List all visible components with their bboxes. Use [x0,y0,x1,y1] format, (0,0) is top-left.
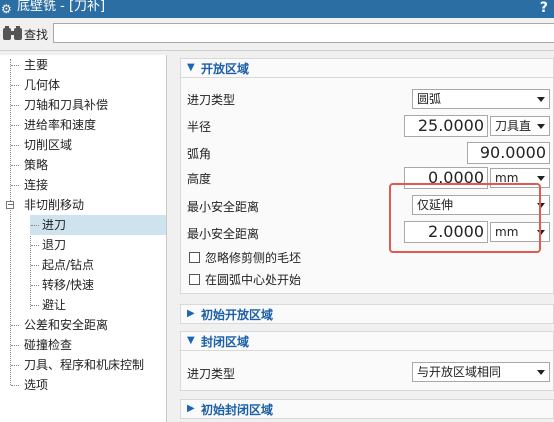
initial-open-area-title: 初始开放区域 [201,308,274,322]
entry-type-value: 圆弧 [417,92,442,106]
min-clearance-distance-label: 最小安全距离 [187,227,260,241]
highlight-box [389,183,541,253]
app-icon: ⚙ [1,2,12,16]
dropdown-arrow-icon [537,370,545,375]
tree-item-avoidance[interactable]: 避让 [42,295,66,315]
search-label: 查找 [24,28,49,42]
window-title: 底壁铣 - [刀补] [17,0,106,14]
tree-item-feeds-speeds[interactable]: 进给率和速度 [24,115,96,135]
title-bar: ⚙ 底壁铣 - [刀补] ? [0,0,554,18]
initial-closed-area-header[interactable]: ▶ 初始封闭区域 [180,399,554,419]
min-clearance-label: 最小安全距离 [187,200,260,214]
tree-item-strategy[interactable]: 策略 [24,155,48,175]
tree-item-collision-check[interactable]: 碰撞检查 [24,335,72,355]
radius-input[interactable]: 25.0000 [404,115,488,137]
open-area-header[interactable]: ▼ 开放区域 [180,58,554,78]
open-area-title: 开放区域 [201,62,250,76]
closed-area-title: 封闭区域 [201,335,250,349]
tree-item-connections[interactable]: 连接 [24,175,48,195]
tree-item-non-cutting-moves[interactable]: 非切削移动 [24,195,84,215]
tree-item-transfer-rapid[interactable]: 转移/快速 [42,275,94,295]
tree-item-geometry[interactable]: 几何体 [24,75,60,95]
radius-label: 半径 [187,120,212,134]
closed-entry-type-value: 与开放区域相同 [417,365,502,379]
closed-entry-type-select[interactable]: 与开放区域相同 [412,362,550,382]
dropdown-arrow-icon [537,176,545,181]
entry-type-select[interactable]: 圆弧 [412,89,550,109]
ignore-blank-checkbox[interactable] [189,252,200,263]
tree-item-main[interactable]: 主要 [24,55,48,75]
entry-type-label: 进刀类型 [187,93,236,107]
expand-arrow-icon: ▶ [187,308,195,319]
collapse-arrow-icon: ▼ [187,335,195,346]
expand-arrow-icon: ▶ [187,403,195,414]
navigation-tree: 主要 几何体 刀轴和刀具补偿 进给率和速度 切削区域 策略 连接 − 非切削移动… [0,55,167,422]
radius-unit-select[interactable]: 刀具直 [490,116,550,136]
search-bar: 查找 [0,18,554,51]
closed-area-header[interactable]: ▼ 封闭区域 [180,331,554,351]
initial-open-area-header[interactable]: ▶ 初始开放区域 [180,304,554,324]
closed-entry-type-label: 进刀类型 [187,367,236,381]
help-button[interactable]: ? [540,0,548,17]
collapse-arrow-icon: ▼ [187,62,195,73]
dropdown-arrow-icon [537,97,545,102]
tree-item-tolerances[interactable]: 公差和安全距离 [24,315,108,335]
collapse-icon[interactable]: − [6,201,14,209]
tree-item-options[interactable]: 选项 [24,375,48,395]
arc-center-start-label: 在圆弧中心处开始 [205,273,302,287]
ignore-blank-label: 忽略修剪侧的毛坯 [205,251,302,265]
height-label: 高度 [187,172,212,186]
tree-item-retract[interactable]: 退刀 [42,235,66,255]
arc-angle-label: 弧角 [187,147,212,161]
tree-item-cut-area[interactable]: 切削区域 [24,135,72,155]
dropdown-arrow-icon [537,124,545,129]
radius-unit-value: 刀具直 [495,119,532,133]
arc-angle-input[interactable]: 90.0000 [467,142,550,164]
tree-item-engage[interactable]: 进刀 [30,215,166,235]
arc-center-start-checkbox[interactable] [189,274,200,285]
tree-item-tool-program-machine[interactable]: 刀具、程序和机床控制 [24,355,144,375]
initial-closed-area-title: 初始封闭区域 [201,403,274,417]
tree-item-start-drill-points[interactable]: 起点/钻点 [42,255,94,275]
tree-item-tool-axis[interactable]: 刀轴和刀具补偿 [24,95,108,115]
search-input[interactable] [53,23,554,43]
binoculars-icon [3,26,22,40]
